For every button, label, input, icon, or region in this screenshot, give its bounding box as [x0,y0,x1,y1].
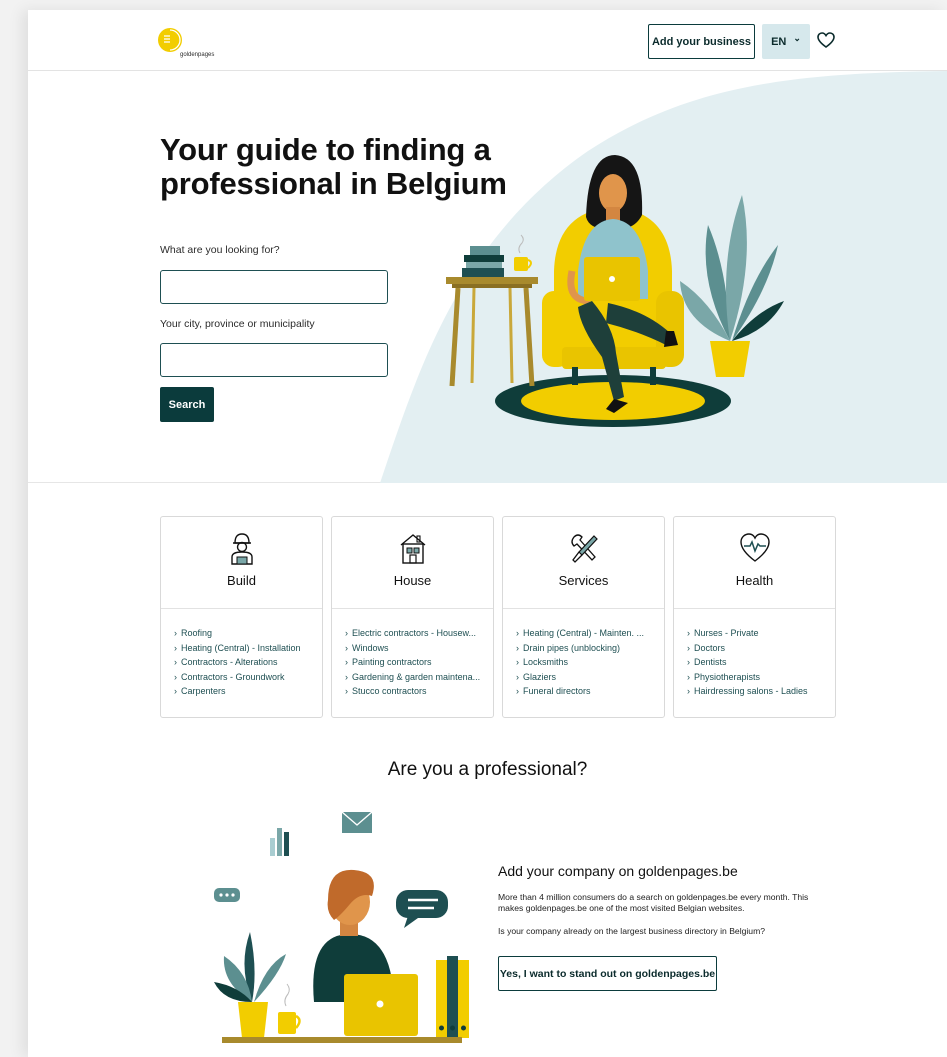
category-link[interactable]: › Painting contractors [345,655,485,670]
tools-icon [571,534,598,563]
category-link[interactable]: › Roofing [174,626,314,641]
hero-section: Your guide to finding a professional in … [28,71,947,483]
stand-out-button[interactable]: Yes, I want to stand out on goldenpages.… [498,956,717,991]
category-link[interactable]: › Stucco contractors [345,684,485,699]
chevron-right-icon: › [687,671,690,682]
category-link[interactable]: › Gardening & garden maintena... [345,670,485,685]
card-title: House [393,573,432,588]
category-link[interactable]: › Drain pipes (unblocking) [516,641,656,656]
chevron-right-icon: › [687,657,690,667]
add-business-button[interactable]: Add your business [648,24,755,59]
chevron-right-icon: › [345,671,348,682]
card-header: Services [503,517,664,609]
language-label: EN [771,35,787,48]
page: goldenpages Add your business EN ⌄ Your … [28,10,947,1057]
category-link[interactable]: › Electric contractors - Housew... [345,626,485,641]
category-card-health[interactable]: Health › Nurses - Private › Doctors › Denti… [673,516,836,718]
chevron-right-icon: › [345,657,348,667]
professional-subheading: Add your company on goldenpages.be [498,863,738,879]
category-link[interactable]: › Dentists [687,655,827,670]
language-selector[interactable]: EN ⌄ [762,24,810,59]
where-search-input[interactable] [160,343,388,377]
chevron-right-icon: › [345,686,348,696]
card-header: Health [674,517,835,609]
category-link[interactable]: › Glaziers [516,670,656,685]
category-links: › Nurses - Private › Doctors › Dentists › Ph… [674,609,835,699]
logo-wordmark: goldenpages [180,52,215,58]
category-link[interactable]: › Carpenters [174,684,314,699]
chevron-right-icon: › [687,686,690,696]
card-header: House [332,517,493,609]
professional-at-laptop-illustration [214,811,469,1043]
category-link[interactable]: › Contractors - Groundwork [174,670,314,685]
chevron-right-icon: › [516,628,519,638]
category-link[interactable]: › Heating (Central) - Installation [174,641,314,656]
category-link[interactable]: › Hairdressing salons - Ladies [687,684,827,699]
card-header: Build [161,517,322,609]
chevron-right-icon: › [516,642,519,653]
chevron-right-icon: › [345,628,348,638]
chevron-right-icon: › [174,686,177,696]
category-link[interactable]: › Heating (Central) - Mainten. ... [516,626,656,641]
category-card-services[interactable]: Services › Heating (Central) - Mainten. .… [502,516,665,718]
category-link[interactable]: › Funeral directors [516,684,656,699]
chevron-right-icon: › [345,642,348,653]
chevron-right-icon: › [687,628,690,638]
woman-on-armchair-illustration [446,155,784,427]
what-search-input[interactable] [160,270,388,304]
professional-heading: Are you a professional? [387,759,588,780]
chevron-down-icon: ⌄ [793,33,801,43]
chevron-right-icon: › [516,657,519,667]
category-link[interactable]: › Physiotherapists [687,670,827,685]
category-card-build[interactable]: Build › Roofing › Heating (Central) - Inst… [160,516,323,718]
category-links: › Heating (Central) - Mainten. ... › Drain… [503,609,664,699]
heartbeat-icon [740,533,770,562]
category-link[interactable]: › Nurses - Private [687,626,827,641]
category-link[interactable]: › Windows [345,641,485,656]
chevron-right-icon: › [174,671,177,682]
category-links: › Electric contractors - Housew... › Windo… [332,609,493,699]
favorites-heart-icon[interactable] [817,32,835,49]
professional-question: Is your company already on the largest b… [498,926,766,936]
chevron-right-icon: › [687,642,690,653]
what-label: What are you looking for? [160,244,280,256]
search-button[interactable]: Search [160,387,214,422]
chevron-right-icon: › [174,657,177,667]
chevron-right-icon: › [174,628,177,638]
site-header: goldenpages Add your business EN ⌄ [28,10,947,71]
chevron-right-icon: › [174,642,177,653]
category-link[interactable]: › Locksmiths [516,655,656,670]
category-links: › Roofing › Heating (Central) - Installati… [161,609,322,699]
chevron-right-icon: › [516,671,519,682]
card-title: Build [227,573,256,588]
category-card-house[interactable]: House › Electric contractors - Housew... … [331,516,494,718]
card-title: Health [735,573,774,588]
chevron-right-icon: › [516,686,519,696]
where-label: Your city, province or municipality [160,318,315,330]
card-title: Services [558,573,609,588]
category-cards: Build › Roofing › Heating (Central) - Inst… [160,516,837,718]
house-icon [400,534,426,564]
category-link[interactable]: › Doctors [687,641,827,656]
professional-paragraph: More than 4 million consumers do a searc… [498,892,809,913]
worker-icon [231,533,253,565]
category-link[interactable]: › Contractors - Alterations [174,655,314,670]
